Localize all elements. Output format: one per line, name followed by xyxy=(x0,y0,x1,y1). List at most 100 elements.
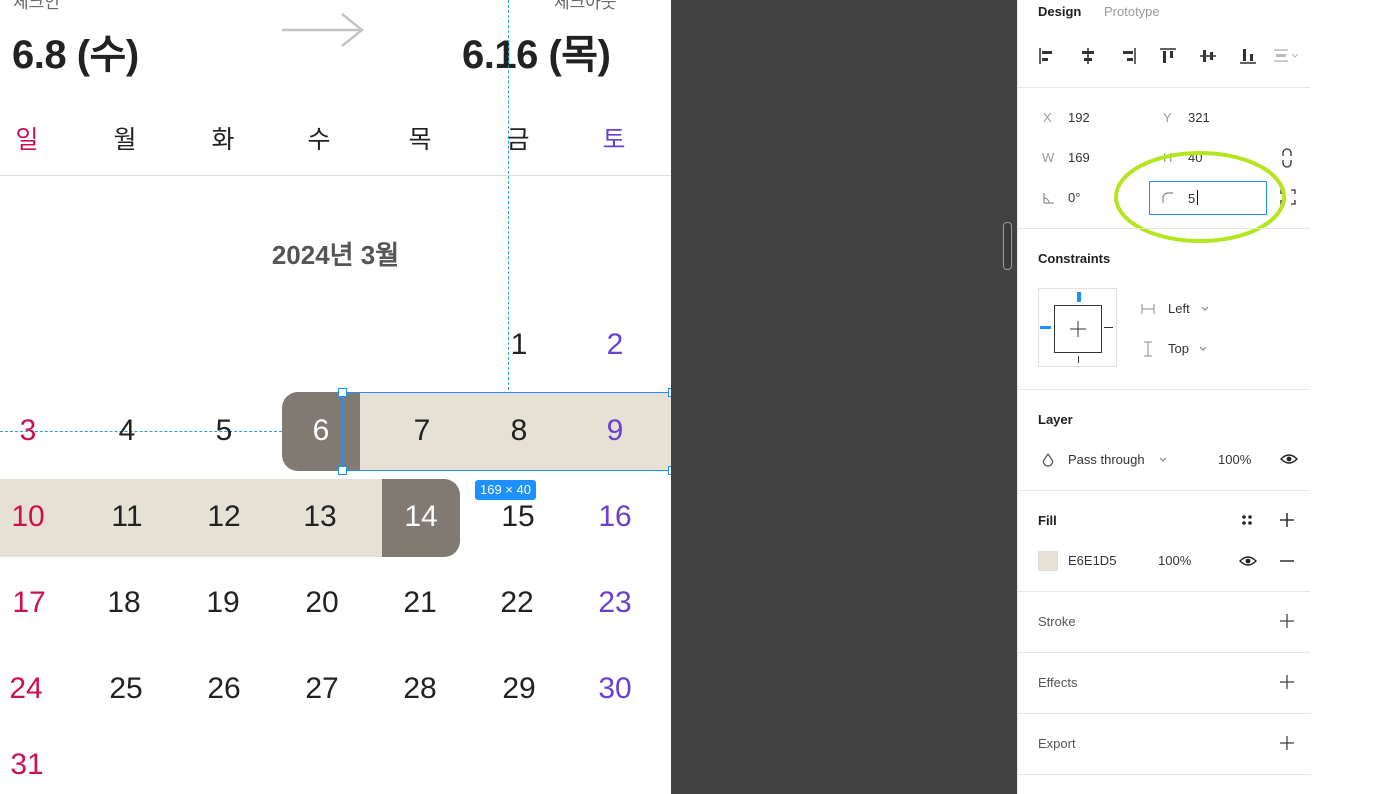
plus-icon[interactable] xyxy=(1279,735,1295,751)
y-input[interactable]: 321 xyxy=(1188,110,1210,125)
distribute-icon[interactable] xyxy=(1272,47,1302,65)
w-input[interactable]: 169 xyxy=(1068,150,1090,165)
divider xyxy=(1018,389,1311,390)
weekday-tue: 화 xyxy=(211,126,235,154)
fill-color-swatch[interactable] xyxy=(1038,551,1058,571)
constraint-top-marker[interactable] xyxy=(1077,292,1081,302)
day-28[interactable]: 28 xyxy=(385,669,455,709)
day-10[interactable]: 10 xyxy=(0,497,63,537)
eye-icon[interactable] xyxy=(1280,452,1298,466)
fill-opacity-input[interactable]: 100% xyxy=(1158,553,1191,568)
style-grid-icon[interactable] xyxy=(1240,513,1254,527)
weekday-wed: 수 xyxy=(307,126,331,154)
day-24[interactable]: 24 xyxy=(0,669,61,709)
day-13[interactable]: 13 xyxy=(285,497,355,537)
layer-title: Layer xyxy=(1038,412,1073,427)
weekday-sun: 일 xyxy=(15,126,39,154)
x-label: X xyxy=(1043,110,1052,125)
day-30[interactable]: 30 xyxy=(580,669,650,709)
highlight-circle xyxy=(1114,151,1286,243)
checkin-label: 체크인 xyxy=(13,0,60,12)
weekday-fri: 금 xyxy=(506,126,530,154)
plus-icon[interactable] xyxy=(1279,512,1295,528)
constraints-title: Constraints xyxy=(1038,251,1111,266)
chevron-down-icon xyxy=(1201,306,1209,311)
day-26[interactable]: 26 xyxy=(189,669,259,709)
header-divider xyxy=(0,175,671,176)
canvas-background xyxy=(671,0,1017,794)
w-label: W xyxy=(1042,150,1055,165)
fill-hex-input[interactable]: E6E1D5 xyxy=(1068,553,1116,568)
day-3[interactable]: 3 xyxy=(0,411,63,451)
day-29[interactable]: 29 xyxy=(484,669,554,709)
blend-icon xyxy=(1042,453,1054,467)
eye-icon[interactable] xyxy=(1239,554,1257,568)
day-14[interactable]: 14 xyxy=(386,497,456,537)
resize-handle-tl[interactable] xyxy=(338,388,347,397)
x-input[interactable]: 192 xyxy=(1068,110,1090,125)
chevron-down-icon xyxy=(1159,457,1167,462)
day-17[interactable]: 17 xyxy=(0,583,64,623)
window-edge xyxy=(1310,0,1391,794)
divider xyxy=(1018,652,1311,653)
minus-icon[interactable] xyxy=(1279,553,1295,569)
selection-size-badge: 169 × 40 xyxy=(475,480,536,500)
divider xyxy=(1018,591,1311,592)
constraint-right-marker[interactable] xyxy=(1104,327,1113,328)
rotation-input[interactable]: 0° xyxy=(1068,190,1080,205)
day-15[interactable]: 15 xyxy=(483,497,553,537)
constraint-bottom-marker[interactable] xyxy=(1078,356,1079,363)
align-bottom-icon[interactable] xyxy=(1239,47,1257,65)
divider xyxy=(1018,713,1311,714)
plus-icon[interactable] xyxy=(1279,674,1295,690)
layer-opacity-input[interactable]: 100% xyxy=(1218,452,1251,467)
align-right-icon[interactable] xyxy=(1119,47,1137,65)
plus-icon[interactable] xyxy=(1279,613,1295,629)
stroke-title: Stroke xyxy=(1038,614,1076,629)
day-31[interactable]: 31 xyxy=(0,745,62,785)
arrow-right-icon xyxy=(282,13,365,47)
canvas-scrollbar[interactable] xyxy=(1003,222,1012,270)
day-19[interactable]: 19 xyxy=(188,583,258,623)
day-11[interactable]: 11 xyxy=(92,497,162,537)
divider xyxy=(1018,490,1311,491)
align-top-icon[interactable] xyxy=(1159,47,1177,65)
day-20[interactable]: 20 xyxy=(287,583,357,623)
day-21[interactable]: 21 xyxy=(385,583,455,623)
align-middle-icon[interactable] xyxy=(1199,47,1217,65)
align-left-icon[interactable] xyxy=(1038,47,1056,65)
day-22[interactable]: 22 xyxy=(482,583,552,623)
tab-design[interactable]: Design xyxy=(1038,4,1081,19)
day-2[interactable]: 2 xyxy=(580,325,650,365)
weekday-thu: 목 xyxy=(408,126,432,154)
day-1[interactable]: 1 xyxy=(484,325,554,365)
y-label: Y xyxy=(1163,110,1172,125)
day-12[interactable]: 12 xyxy=(189,497,259,537)
day-25[interactable]: 25 xyxy=(91,669,161,709)
blend-mode-select[interactable]: Pass through xyxy=(1068,452,1145,467)
horizontal-constraint-icon xyxy=(1141,304,1155,314)
day-16[interactable]: 16 xyxy=(580,497,650,537)
day-5[interactable]: 5 xyxy=(189,411,259,451)
fill-title: Fill xyxy=(1038,513,1057,528)
export-title: Export xyxy=(1038,736,1076,751)
day-27[interactable]: 27 xyxy=(287,669,357,709)
divider xyxy=(1018,228,1311,229)
effects-title: Effects xyxy=(1038,675,1078,690)
checkout-label: 체크아웃 xyxy=(554,0,617,12)
selection-box[interactable] xyxy=(342,392,673,471)
day-23[interactable]: 23 xyxy=(580,583,650,623)
resize-handle-bl[interactable] xyxy=(338,466,347,475)
vertical-constraint-select[interactable]: Top xyxy=(1168,341,1189,356)
day-4[interactable]: 4 xyxy=(92,411,162,451)
month-title: 2024년 3월 xyxy=(271,240,400,270)
design-panel: Design Prototype X 192 Y 321 W 169 H 40 … xyxy=(1017,0,1311,794)
constraint-left-marker[interactable] xyxy=(1040,326,1051,329)
calendar-frame: 체크인 6.8 (수) 체크아웃 6.16 (목) 일 월 화 수 목 금 토 … xyxy=(0,0,677,794)
weekday-mon: 월 xyxy=(113,126,137,154)
plus-icon xyxy=(1070,321,1086,337)
tab-prototype[interactable]: Prototype xyxy=(1104,4,1160,19)
align-center-h-icon[interactable] xyxy=(1079,47,1097,65)
horizontal-constraint-select[interactable]: Left xyxy=(1168,301,1190,316)
day-18[interactable]: 18 xyxy=(89,583,159,623)
